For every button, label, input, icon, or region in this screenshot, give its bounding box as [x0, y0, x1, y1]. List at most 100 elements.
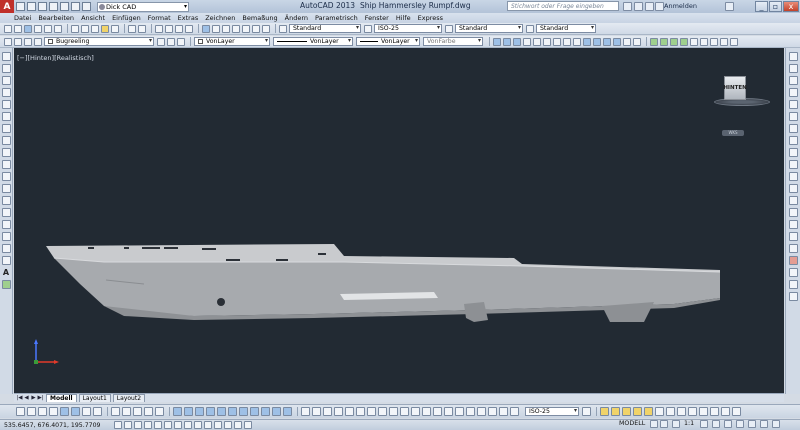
- tpy-icon[interactable]: [93, 407, 102, 416]
- menu-ansicht[interactable]: Ansicht: [81, 14, 105, 22]
- explode-icon[interactable]: [788, 256, 798, 265]
- first-tab-button[interactable]: |◀: [16, 395, 23, 402]
- auto-scale-icon[interactable]: [700, 420, 708, 428]
- ellipse-icon[interactable]: [1, 160, 11, 169]
- zoom-window-icon[interactable]: [175, 24, 183, 33]
- view-iso-2-icon[interactable]: [593, 37, 601, 46]
- multiline-text-icon[interactable]: A: [3, 268, 9, 277]
- hatch-icon[interactable]: [1, 220, 11, 229]
- transparency-icon[interactable]: [224, 421, 232, 429]
- search-icon[interactable]: [623, 2, 632, 11]
- sheet-set-icon[interactable]: [232, 24, 240, 33]
- table-style-select[interactable]: Standard ▾: [455, 24, 523, 33]
- lineweight-icon[interactable]: [214, 421, 222, 429]
- last-tab-button[interactable]: ▶|: [37, 395, 44, 402]
- quick-properties-icon[interactable]: [234, 421, 242, 429]
- osnap-icon[interactable]: [38, 407, 47, 416]
- line-icon[interactable]: [1, 52, 11, 61]
- tolerance-icon[interactable]: [444, 407, 453, 416]
- design-center-icon[interactable]: [212, 24, 220, 33]
- ellipse-arc-icon[interactable]: [1, 172, 11, 181]
- dim-arc-icon[interactable]: [323, 407, 332, 416]
- polar-tracking-icon[interactable]: [154, 421, 162, 429]
- break-icon[interactable]: [788, 196, 798, 205]
- center-mark-icon[interactable]: [455, 407, 464, 416]
- sphere-icon[interactable]: [184, 407, 193, 416]
- union-icon[interactable]: [788, 268, 798, 277]
- drawing-viewport[interactable]: [−][Hinten][Realistisch] HINTEN WKS: [14, 48, 784, 393]
- zoom-realtime-icon[interactable]: [165, 24, 173, 33]
- layer-unisolate-icon[interactable]: [622, 407, 631, 416]
- selection-cycling-icon[interactable]: [244, 421, 252, 429]
- make-block-icon[interactable]: [1, 196, 11, 205]
- erase-icon[interactable]: [788, 52, 798, 61]
- circle-icon[interactable]: [1, 124, 11, 133]
- snap-mode-icon[interactable]: [124, 421, 132, 429]
- close-button[interactable]: x: [783, 1, 799, 12]
- polar-icon[interactable]: [27, 407, 36, 416]
- menu-bemassung[interactable]: Bemaßung: [242, 14, 277, 22]
- fillet-icon[interactable]: [788, 232, 798, 241]
- isolate-objects-icon[interactable]: [748, 420, 756, 428]
- menu-parametrisch[interactable]: Parametrisch: [315, 14, 358, 22]
- zoom-previous-icon[interactable]: [185, 24, 193, 33]
- previous-tab-button[interactable]: ◀: [23, 395, 30, 402]
- multileader-style-select[interactable]: Standard ▾: [536, 24, 596, 33]
- dim-edit-icon[interactable]: [488, 407, 497, 416]
- region-icon[interactable]: [1, 244, 11, 253]
- grid-display-icon[interactable]: [134, 421, 142, 429]
- layer-off-icon[interactable]: [644, 407, 653, 416]
- tool-palettes-icon[interactable]: [222, 24, 230, 33]
- search-input[interactable]: Stichwort oder Frage eingeben: [507, 1, 619, 11]
- save-icon[interactable]: [38, 2, 47, 11]
- viewcube-face[interactable]: HINTEN: [723, 76, 747, 100]
- dim-radius-icon[interactable]: [345, 407, 354, 416]
- offset-icon[interactable]: [788, 88, 798, 97]
- login-button[interactable]: Anmelden: [664, 2, 697, 10]
- menu-zeichnen[interactable]: Zeichnen: [205, 14, 235, 22]
- trim-icon[interactable]: [788, 160, 798, 169]
- lock-icon[interactable]: [34, 37, 42, 46]
- object-snap-icon[interactable]: [164, 421, 172, 429]
- dim-linear-icon[interactable]: [301, 407, 310, 416]
- save-icon[interactable]: [24, 24, 32, 33]
- dynamic-input-icon[interactable]: [204, 421, 212, 429]
- materials-icon[interactable]: [700, 37, 708, 46]
- view-bottom-icon[interactable]: [533, 37, 541, 46]
- extrude-icon[interactable]: [250, 407, 259, 416]
- properties-icon[interactable]: [202, 24, 210, 33]
- tab-modell[interactable]: Modell: [46, 394, 77, 402]
- menu-hilfe[interactable]: Hilfe: [396, 14, 411, 22]
- dim-style-manager-icon[interactable]: [582, 407, 591, 416]
- subtract-icon[interactable]: [788, 280, 798, 289]
- free-orbit-icon[interactable]: [503, 37, 511, 46]
- dyn-icon[interactable]: [71, 407, 80, 416]
- insert-block-icon[interactable]: [1, 184, 11, 193]
- view-front-icon[interactable]: [563, 37, 571, 46]
- dim-space-icon[interactable]: [422, 407, 431, 416]
- menu-bearbeiten[interactable]: Bearbeiten: [38, 14, 74, 22]
- quickcalc-icon[interactable]: [252, 24, 260, 33]
- annotation-visibility-icon[interactable]: [672, 420, 680, 428]
- view-iso-3-icon[interactable]: [603, 37, 611, 46]
- print-icon[interactable]: [34, 24, 42, 33]
- menu-express[interactable]: Express: [418, 14, 443, 22]
- maximize-button[interactable]: ▫: [769, 1, 782, 12]
- print-icon[interactable]: [60, 2, 69, 11]
- linetype-select[interactable]: VonLayer ▾: [273, 37, 353, 46]
- open-icon[interactable]: [14, 24, 22, 33]
- lwt-icon[interactable]: [82, 407, 91, 416]
- dim-break-icon[interactable]: [433, 407, 442, 416]
- plotstyle-select[interactable]: VonFarbe ▾: [423, 37, 483, 46]
- sweep-icon[interactable]: [272, 407, 281, 416]
- camera-icon[interactable]: [623, 37, 631, 46]
- application-menu-button[interactable]: A: [0, 0, 14, 13]
- dim-aligned-icon[interactable]: [312, 407, 321, 416]
- inquiry-distance-icon[interactable]: [111, 407, 120, 416]
- workspace-select[interactable]: Dick CAD ▾: [97, 1, 189, 12]
- block-editor-icon[interactable]: [111, 24, 119, 33]
- intersect-icon[interactable]: [788, 292, 798, 301]
- layer-freeze-icon[interactable]: [633, 407, 642, 416]
- jogged-linear-icon[interactable]: [477, 407, 486, 416]
- mirror-icon[interactable]: [788, 76, 798, 85]
